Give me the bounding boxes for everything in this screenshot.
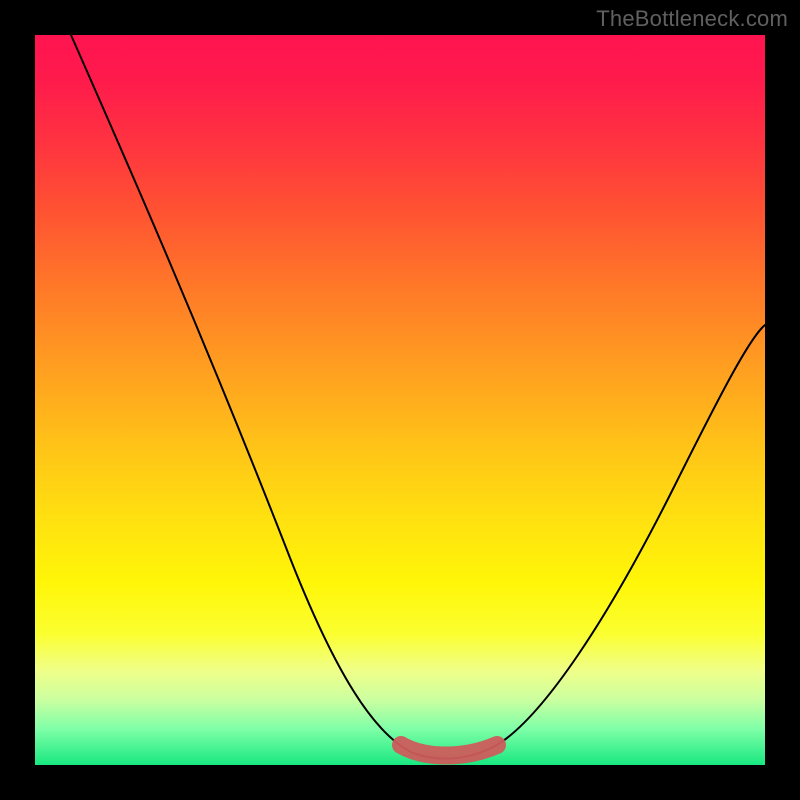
valley-highlight <box>401 745 497 756</box>
bottleneck-curve <box>35 35 765 765</box>
curve-path <box>71 35 765 759</box>
chart-stage: TheBottleneck.com <box>0 0 800 800</box>
plot-area <box>35 35 765 765</box>
watermark-text: TheBottleneck.com <box>596 6 788 32</box>
